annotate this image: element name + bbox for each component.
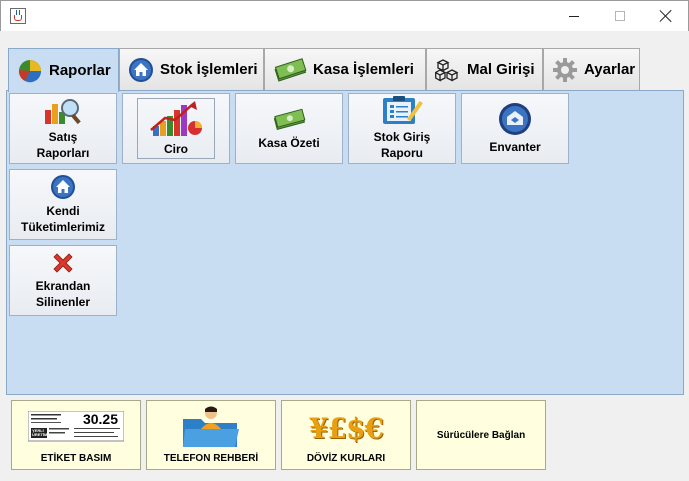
kasa-ozeti-button[interactable]: Kasa Özeti [235, 93, 343, 164]
kendi-tuketimlerimiz-button[interactable]: Kendi Tüketimlerimiz [9, 169, 117, 240]
java-cup-icon [10, 8, 26, 24]
title-bar [0, 0, 689, 31]
tab-kasa-islemleri[interactable]: Kasa İşlemleri [264, 48, 426, 90]
stok-giris-raporu-button[interactable]: Stok Giriş Raporu [348, 93, 456, 164]
tab-ayarlar[interactable]: Ayarlar [543, 48, 640, 90]
tab-label: Mal Girişi [467, 61, 535, 78]
button-label: Kasa Özeti [258, 136, 320, 150]
pie-chart-icon [17, 58, 43, 84]
chart-magnifier-icon [43, 96, 83, 126]
ciro-button[interactable]: Ciro [122, 93, 230, 164]
button-label: Kendi Tüketimlerimiz [20, 204, 106, 234]
reports-panel: Satış Raporları Ciro Kasa Özeti Stok Gir… [6, 90, 684, 395]
button-label: Ekrandan Silinenler [35, 279, 91, 309]
telefon-rehberi-button[interactable]: TELEFON REHBERİ [146, 400, 276, 470]
tab-raporlar[interactable]: Raporlar [8, 48, 119, 92]
tab-mal-girisi[interactable]: Mal Girişi [426, 48, 543, 90]
currency-symbols-icon: ¥£$€ [298, 411, 394, 445]
maximize-icon [615, 11, 625, 21]
button-label: Satış Raporları [36, 130, 90, 160]
tab-label: Raporlar [49, 62, 111, 79]
home-icon [50, 174, 76, 200]
phonebook-folder-icon [181, 405, 241, 449]
etiket-basim-button[interactable]: 30.25 YERLİ ÜRETİM ETİKET BASIM [11, 400, 141, 470]
button-label: Sürücülere Bağlan [436, 429, 526, 441]
red-x-icon [51, 251, 75, 275]
button-label: ETİKET BASIM [40, 453, 112, 464]
growth-chart-icon [149, 100, 203, 138]
close-icon [660, 10, 672, 22]
money-icon [271, 106, 307, 132]
envanter-icon [498, 102, 532, 136]
clipboard-icon [377, 96, 427, 126]
boxes-icon [434, 57, 461, 83]
minimize-icon [569, 15, 579, 17]
tab-label: Ayarlar [584, 61, 636, 78]
tab-label: Stok İşlemleri [160, 61, 258, 78]
satis-raporlari-button[interactable]: Satış Raporları [9, 93, 117, 164]
button-label: Envanter [489, 140, 541, 154]
currency-symbols: ¥£$€ [309, 411, 384, 445]
tab-label: Kasa İşlemleri [313, 61, 414, 78]
money-icon [273, 57, 307, 83]
brand-text: YERLİ ÜRETİM [32, 428, 48, 437]
close-button[interactable] [643, 1, 689, 31]
button-label: DÖVİZ KURLARI [306, 453, 386, 464]
envanter-button[interactable]: Envanter [461, 93, 569, 164]
ekrandan-silinenler-button[interactable]: Ekrandan Silinenler [9, 245, 117, 316]
suruculere-baglan-button[interactable]: Sürücülere Bağlan [416, 400, 546, 470]
tab-stok-islemleri[interactable]: Stok İşlemleri [119, 48, 264, 90]
maximize-button[interactable] [597, 1, 643, 31]
button-label: Stok Giriş Raporu [373, 130, 431, 160]
price-text: 30.25 [82, 411, 118, 427]
home-icon [128, 57, 154, 83]
button-label: TELEFON REHBERİ [163, 453, 259, 464]
price-label-icon: 30.25 YERLİ ÜRETİM [27, 410, 125, 445]
gear-icon [552, 57, 578, 83]
doviz-kurlari-button[interactable]: ¥£$€ DÖVİZ KURLARI [281, 400, 411, 470]
minimize-button[interactable] [551, 1, 597, 31]
